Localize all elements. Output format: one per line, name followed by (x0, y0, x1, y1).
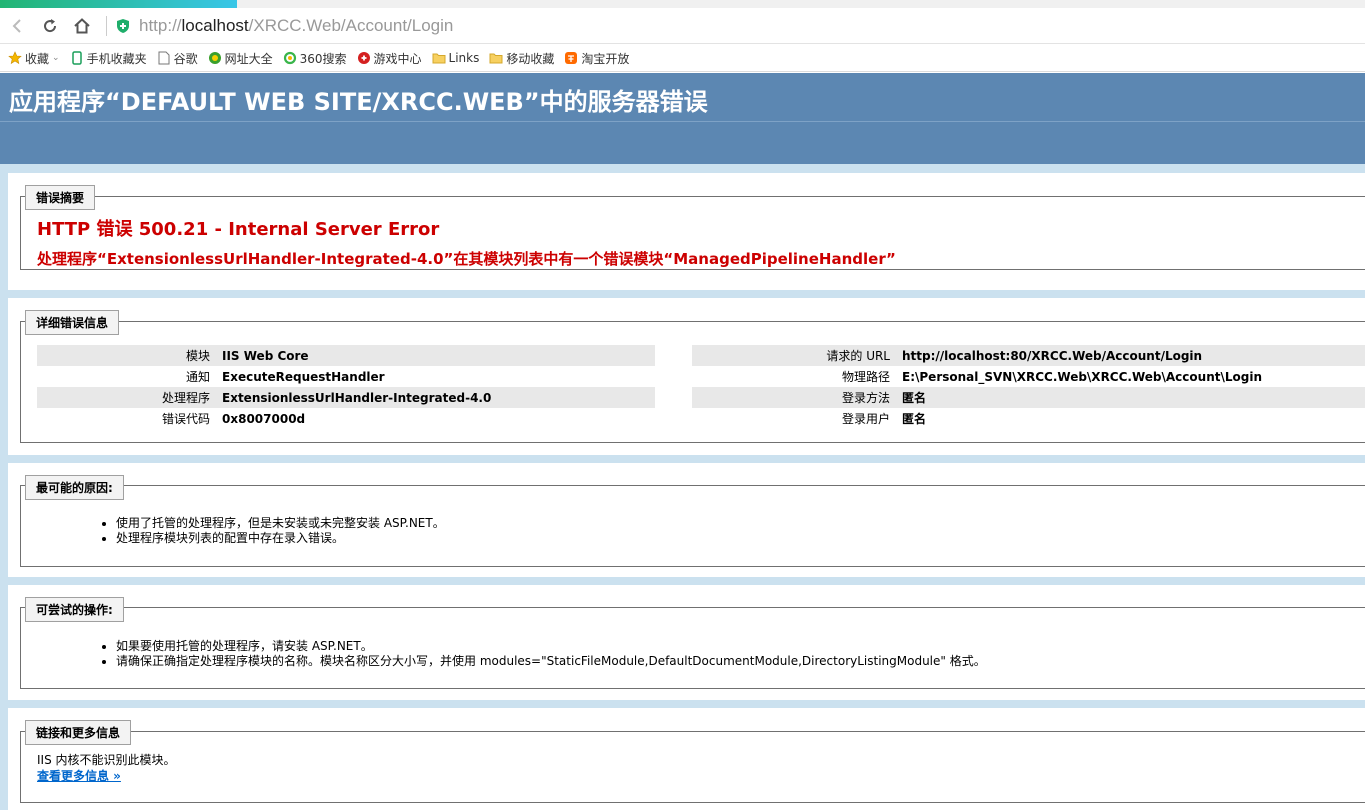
refresh-button[interactable] (34, 10, 66, 42)
links-section: 链接和更多信息 IIS 内核不能识别此模块。 查看更多信息 » (8, 708, 1365, 810)
browser-toolbar: http://localhost/XRCC.Web/Account/Login (0, 8, 1365, 44)
home-button[interactable] (66, 10, 98, 42)
actions-list: 如果要使用托管的处理程序，请安装 ASP.NET。 请确保正确指定处理程序模块的… (116, 639, 986, 669)
error-details-section: 详细错误信息 模块 IIS Web Core 通知 ExecuteRequestHa… (8, 298, 1365, 455)
page-load-progress (0, 0, 1365, 8)
iis-error-page: 应用程序“DEFAULT WEB SITE/XRCC.WEB”中的服务器错误 错… (0, 73, 1365, 810)
search-360-icon (283, 51, 297, 65)
detail-row: 模块 IIS Web Core (37, 345, 655, 366)
likely-causes-legend: 最可能的原因: (25, 475, 124, 500)
detail-row: 登录方法 匿名 (692, 387, 1365, 408)
detail-row: 登录用户 匿名 (841, 412, 927, 426)
bookmark-directory[interactable]: 网址大全 (208, 50, 273, 67)
taobao-icon (564, 51, 578, 65)
bookmark-games[interactable]: 游戏中心 (357, 50, 422, 67)
home-icon (74, 17, 90, 33)
links-legend: 链接和更多信息 (25, 720, 132, 745)
bookmark-google[interactable]: 谷歌 (157, 50, 198, 67)
detail-row: 通知 ExecuteRequestHandler (185, 369, 385, 385)
error-summary-legend: 错误摘要 (25, 185, 96, 210)
star-icon (8, 51, 22, 65)
details-right-table: 请求的 URL http://localhost:80/XRCC.Web/Acco… (692, 345, 1365, 429)
likely-causes-section: 最可能的原因: 使用了托管的处理程序，但是未安装或未完整安装 ASP.NET。 … (8, 463, 1365, 577)
list-item: 处理程序模块列表的配置中存在录入错误。 (116, 531, 445, 546)
actions-legend: 可尝试的操作: (25, 597, 124, 622)
header-band (0, 121, 1365, 164)
page-icon (157, 51, 171, 65)
error-summary-section: 错误摘要 HTTP 错误 500.21 - Internal Server Er… (8, 173, 1365, 290)
detail-row: 错误代码 0x8007000d (161, 411, 306, 427)
back-button[interactable] (2, 10, 34, 42)
links-frame (20, 731, 1365, 803)
bookmark-favorites[interactable]: 收藏 ⌄ (8, 50, 60, 67)
detail-row: 请求的 URL http://localhost:80/XRCC.Web/Acco… (692, 345, 1365, 366)
list-item: 使用了托管的处理程序，但是未安装或未完整安装 ASP.NET。 (116, 516, 445, 531)
security-shield-icon (117, 18, 129, 33)
error-title: HTTP 错误 500.21 - Internal Server Error (37, 219, 440, 240)
bookmark-360-search[interactable]: 360搜索 (283, 50, 347, 67)
likely-causes-list: 使用了托管的处理程序，但是未安装或未完整安装 ASP.NET。 处理程序模块列表… (116, 516, 445, 546)
bookmark-taobao[interactable]: 淘宝开放 (564, 50, 629, 67)
error-message: 处理程序“ExtensionlessUrlHandler-Integrated-… (37, 250, 896, 268)
details-left-table: 模块 IIS Web Core 通知 ExecuteRequestHandler 处… (37, 345, 655, 429)
page-title: 应用程序“DEFAULT WEB SITE/XRCC.WEB”中的服务器错误 (0, 73, 1365, 121)
detail-row: 处理程序 ExtensionlessUrlHandler-Integrated-4… (37, 387, 655, 408)
list-item: 请确保正确指定处理程序模块的名称。模块名称区分大小写，并使用 modules="… (116, 654, 986, 669)
bookmark-mobile-favorites[interactable]: 移动收藏 (489, 50, 554, 67)
more-info-link[interactable]: 查看更多信息 » (37, 767, 121, 784)
game-icon (357, 51, 371, 65)
url-text[interactable]: http://localhost/XRCC.Web/Account/Login (139, 16, 453, 36)
links-text: IIS 内核不能识别此模块。 (37, 753, 176, 767)
bookmark-mobile[interactable]: 手机收藏夹 (70, 50, 147, 67)
refresh-icon (44, 18, 57, 32)
list-item: 如果要使用托管的处理程序，请安装 ASP.NET。 (116, 639, 986, 654)
address-divider (106, 15, 107, 36)
folder-icon (432, 51, 446, 65)
bookmark-links[interactable]: Links (432, 51, 479, 65)
chevron-left-icon (12, 18, 21, 33)
phone-icon (70, 51, 84, 65)
chevron-down-icon: ⌄ (52, 53, 60, 63)
detail-row: 物理路径 E:\Personal_SVN\XRCC.Web\XRCC.Web\Ac… (841, 369, 1262, 385)
error-details-legend: 详细错误信息 (25, 310, 120, 335)
bookmarks-bar: 收藏 ⌄ 手机收藏夹 谷歌 网址大全 360搜索 游戏中心 Links 移动收藏… (0, 45, 1365, 72)
address-bar[interactable]: http://localhost/XRCC.Web/Account/Login (106, 11, 1365, 41)
folder-icon (489, 51, 503, 65)
actions-section: 可尝试的操作: 如果要使用托管的处理程序，请安装 ASP.NET。 请确保正确指… (8, 585, 1365, 700)
globe-icon (208, 51, 222, 65)
